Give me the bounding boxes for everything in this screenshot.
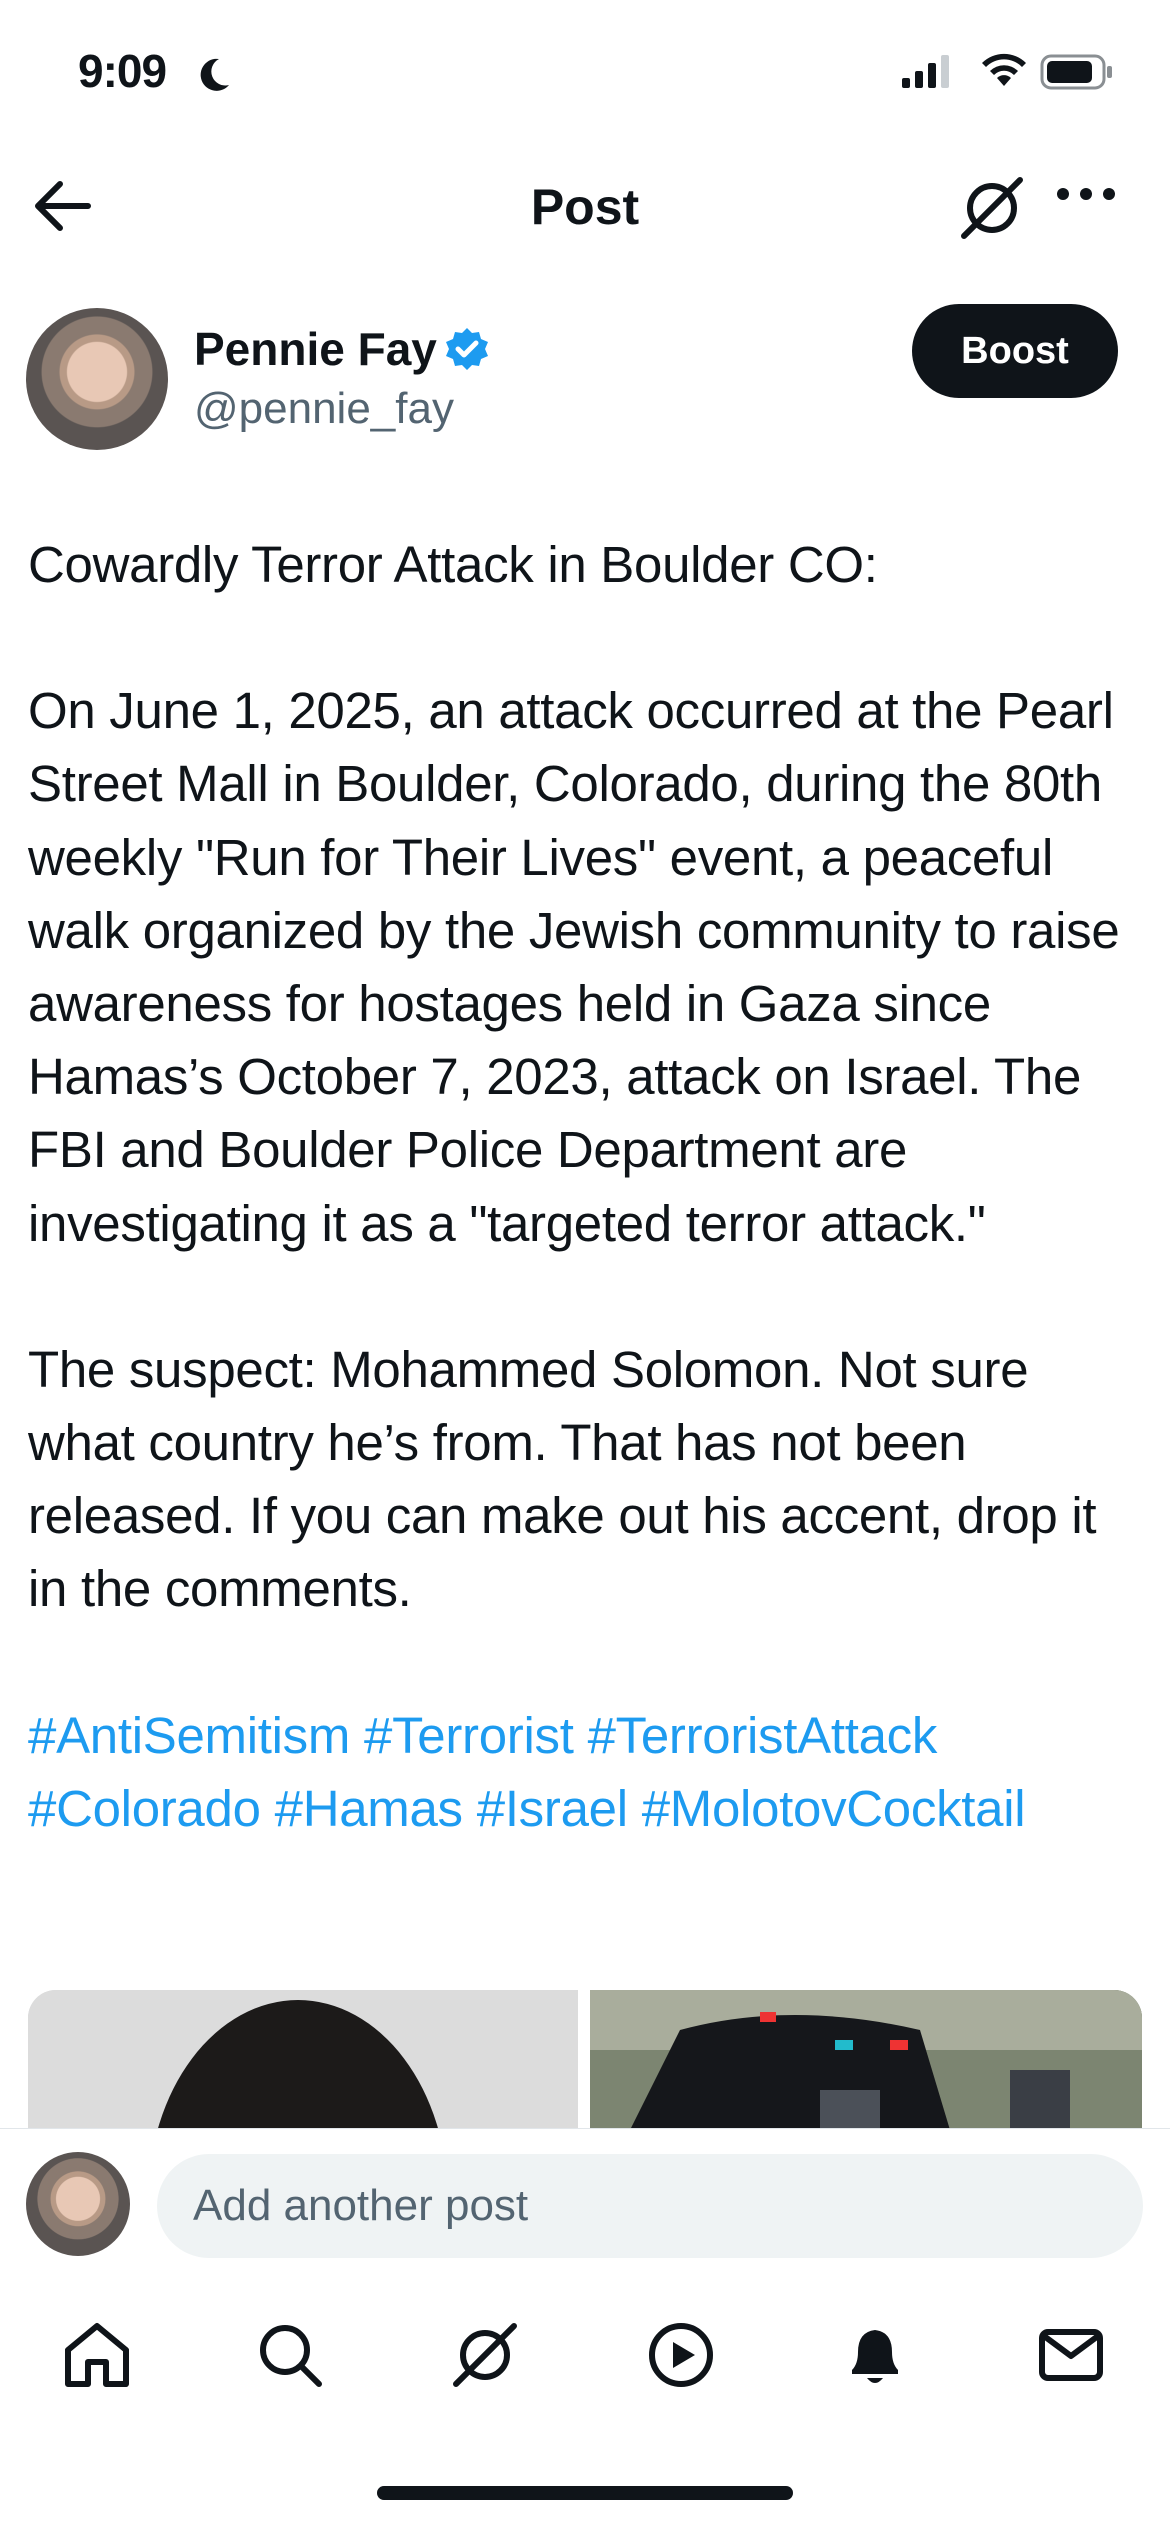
grok-icon[interactable] — [956, 172, 1028, 244]
post-body: Cowardly Terror Attack in Boulder CO: On… — [28, 528, 1148, 1845]
reply-input[interactable] — [157, 2154, 1143, 2258]
hashtag-list: #AntiSemitism #Terrorist #TerroristAttack #… — [28, 1699, 1148, 1845]
post-paragraph: The suspect: Mohammed Solomon. Not sure … — [28, 1340, 1097, 1618]
play-icon[interactable] — [644, 2318, 718, 2392]
media-image-suspect[interactable] — [28, 1990, 578, 2130]
hashtag-link[interactable]: #Terrorist — [364, 1707, 574, 1764]
user-avatar — [26, 2152, 130, 2256]
hashtag-link[interactable]: #MolotovCocktail — [642, 1780, 1026, 1837]
search-icon[interactable] — [253, 2318, 327, 2392]
hashtag-link[interactable]: #AntiSemitism — [28, 1707, 350, 1764]
home-icon[interactable] — [60, 2318, 134, 2392]
status-time: 9:09 — [78, 45, 167, 97]
bell-icon[interactable] — [838, 2318, 912, 2392]
grok-icon[interactable] — [448, 2318, 522, 2392]
battery-icon — [1040, 54, 1112, 90]
moon-icon — [200, 58, 229, 91]
hashtag-link[interactable]: #Hamas — [275, 1780, 463, 1837]
cellular-signal-icon — [902, 55, 949, 88]
more-options-icon[interactable] — [1055, 184, 1117, 204]
wifi-icon — [982, 53, 1026, 86]
author-handle[interactable]: @pennie_fay — [194, 384, 454, 434]
hashtag-link[interactable]: #Israel — [477, 1780, 628, 1837]
post-paragraph: Cowardly Terror Attack in Boulder CO: — [28, 536, 878, 593]
author-avatar[interactable] — [26, 308, 168, 450]
post-paragraph: On June 1, 2025, an attack occurred at t… — [28, 682, 1120, 1252]
hashtag-link[interactable]: #TerroristAttack — [588, 1707, 938, 1764]
verified-badge-icon — [446, 328, 488, 370]
boost-button[interactable]: Boost — [912, 304, 1118, 398]
hashtag-link[interactable]: #Colorado — [28, 1780, 261, 1837]
mail-icon[interactable] — [1034, 2318, 1108, 2392]
author-name[interactable]: Pennie Fay — [194, 322, 437, 376]
home-indicator — [377, 2486, 793, 2500]
media-image-scene[interactable] — [590, 1990, 1142, 2130]
